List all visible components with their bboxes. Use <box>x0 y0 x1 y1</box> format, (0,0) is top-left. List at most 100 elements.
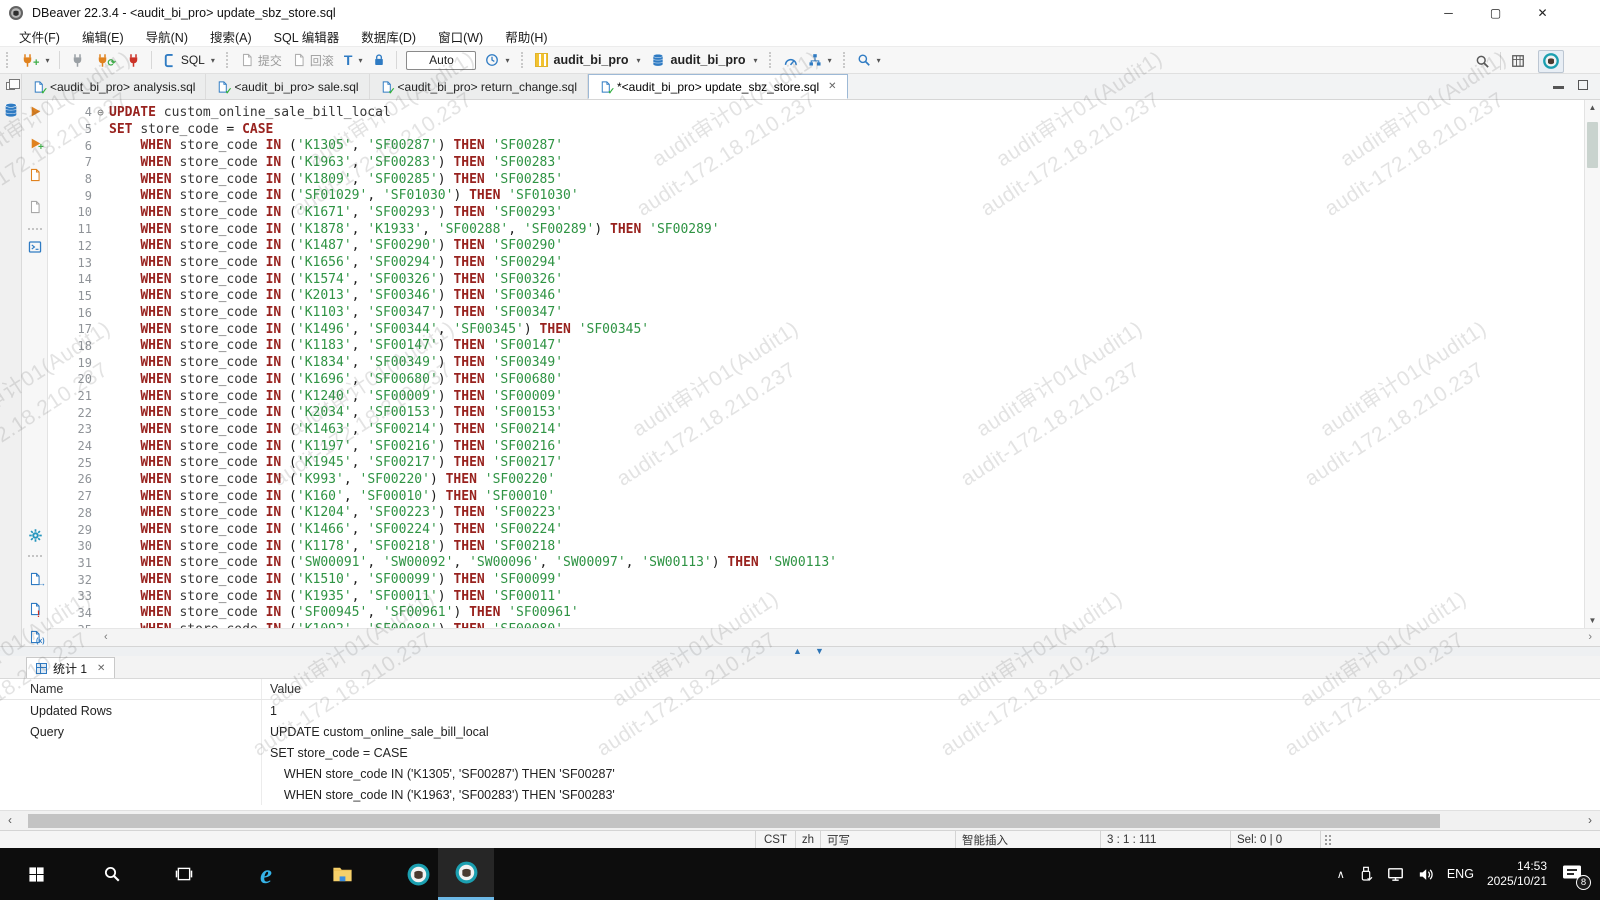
lock-button[interactable] <box>368 51 390 69</box>
line-number: 4 <box>48 105 92 119</box>
status-timezone[interactable]: CST <box>755 831 795 848</box>
status-write-mode[interactable]: 可写 <box>820 831 955 848</box>
menu-item-4[interactable]: SQL 编辑器 <box>263 26 351 47</box>
window-close-button[interactable]: ✕ <box>1519 0 1566 26</box>
minimize-editor-icon[interactable] <box>1553 80 1564 89</box>
window-maximize-button[interactable]: ▢ <box>1472 0 1519 26</box>
plug-icon <box>70 53 85 68</box>
commit-button[interactable]: 提交 <box>236 50 286 71</box>
dbeaver-taskbar-button-active[interactable] <box>438 848 494 900</box>
table-row[interactable]: SET store_code = CASE <box>0 742 1600 763</box>
network-icon[interactable] <box>1387 866 1404 883</box>
database-navigator-icon[interactable] <box>3 102 19 118</box>
menu-item-7[interactable]: 帮助(H) <box>494 26 558 47</box>
sql-editor-button[interactable]: SQL ▾ <box>158 51 219 70</box>
statistics-grid-icon <box>36 663 47 674</box>
table-row[interactable]: Updated Rows1 <box>0 700 1600 721</box>
editor-tab[interactable]: ✓*<audit_bi_pro> update_sbz_store.sql✕ <box>588 74 848 99</box>
execute-new-tab-button[interactable]: + <box>22 137 48 150</box>
dashboard-button[interactable] <box>779 51 802 70</box>
sash-collapse-down-icon[interactable]: ▼ <box>815 646 824 656</box>
restore-panels-icon[interactable] <box>6 82 15 90</box>
quick-access-search-button[interactable] <box>1471 52 1494 71</box>
execute-script-button[interactable] <box>22 168 48 182</box>
task-view-button[interactable] <box>160 848 208 900</box>
close-icon[interactable]: ✕ <box>97 663 105 674</box>
transaction-log-button[interactable]: T ▾ <box>340 50 367 70</box>
menu-item-1[interactable]: 编辑(E) <box>71 26 135 47</box>
usb-device-icon[interactable] <box>1358 866 1374 882</box>
active-database-select[interactable]: audit_bi_pro ▾ <box>647 51 762 69</box>
scroll-left-icon[interactable]: ‹ <box>8 813 12 827</box>
column-header-value[interactable]: Value <box>262 679 1600 699</box>
menu-item-6[interactable]: 窗口(W) <box>427 26 494 47</box>
statistics-tab[interactable]: 统计 1 ✕ <box>26 657 115 678</box>
line-number: 17 <box>48 322 92 336</box>
scroll-right-icon[interactable]: › <box>1588 813 1592 827</box>
maximize-editor-icon[interactable] <box>1578 80 1588 90</box>
sql-editor[interactable]: 4⊖UPDATE custom_online_sale_bill_local5S… <box>48 100 1584 628</box>
menu-item-0[interactable]: 文件(F) <box>8 26 71 47</box>
sash-collapse-up-icon[interactable]: ▲ <box>793 646 802 656</box>
open-terminal-button[interactable] <box>22 240 48 254</box>
scrollbar-thumb[interactable] <box>28 814 1440 828</box>
status-language[interactable]: zh <box>795 831 820 848</box>
table-row[interactable]: WHEN store_code IN ('K1963', 'SF00283') … <box>0 784 1600 805</box>
notification-center-button[interactable]: 8 <box>1560 861 1586 887</box>
table-row[interactable]: QueryUPDATE custom_online_sale_bill_loca… <box>0 721 1600 742</box>
menu-item-3[interactable]: 搜索(A) <box>199 26 263 47</box>
speaker-icon[interactable] <box>1417 866 1434 883</box>
scroll-right-icon[interactable]: › <box>1588 631 1592 643</box>
taskbar-clock[interactable]: 14:53 2025/10/21 <box>1487 859 1547 889</box>
scrollbar-thumb[interactable] <box>1587 122 1598 168</box>
window-minimize-button[interactable]: ─ <box>1425 0 1472 26</box>
file-explorer-button[interactable] <box>318 848 366 900</box>
status-caret-position[interactable]: 3 : 1 : 111 <box>1100 831 1230 848</box>
editor-vertical-scrollbar[interactable]: ▲ ▼ <box>1584 100 1600 628</box>
connect-button[interactable] <box>66 51 89 70</box>
editor-tab[interactable]: ✓<audit_bi_pro> analysis.sql <box>22 74 206 99</box>
menu-item-5[interactable]: 数据库(D) <box>350 26 427 47</box>
rollback-button[interactable]: 回滚 <box>288 50 338 71</box>
active-connection-select[interactable]: audit_bi_pro ▾ <box>531 51 645 69</box>
validate-script-button[interactable]: ! <box>22 602 48 616</box>
dbeaver-taskbar-button[interactable] <box>394 848 442 900</box>
tray-chevron-icon[interactable]: ∧ <box>1337 868 1345 881</box>
scroll-down-icon[interactable]: ▼ <box>1585 616 1600 625</box>
scroll-up-icon[interactable]: ▲ <box>1585 103 1600 112</box>
commit-mode-select[interactable]: Auto <box>406 51 476 70</box>
editor-tab[interactable]: ✓<audit_bi_pro> sale.sql <box>206 74 369 99</box>
column-header-name[interactable]: Name <box>0 679 262 699</box>
explain-plan-button[interactable] <box>22 200 48 214</box>
table-row[interactable]: WHEN store_code IN ('K1305', 'SF00287') … <box>0 763 1600 784</box>
internet-explorer-button[interactable]: e <box>242 848 290 900</box>
fold-collapse-icon[interactable]: ⊖ <box>92 106 109 119</box>
results-horizontal-scrollbar[interactable]: ‹ › <box>0 810 1600 830</box>
script-variables-button[interactable]: (x) <box>22 630 48 644</box>
language-indicator[interactable]: ENG <box>1447 867 1474 881</box>
editor-tab[interactable]: ✓<audit_bi_pro> return_change.sql <box>370 74 588 99</box>
taskbar-search-button[interactable] <box>88 848 136 900</box>
disconnect-button[interactable] <box>122 51 145 70</box>
editor-settings-button[interactable] <box>22 528 48 543</box>
new-connection-button[interactable]: + ▾ <box>16 49 53 71</box>
menu-item-2[interactable]: 导航(N) <box>135 26 199 47</box>
code-line: 8 WHEN store_code IN ('K1809', 'SF00285'… <box>48 171 1584 188</box>
tasks-button[interactable]: ▾ <box>804 51 836 69</box>
transaction-timeout-button[interactable]: ▾ <box>481 51 513 69</box>
status-selection[interactable]: Sel: 0 | 0 <box>1230 831 1320 848</box>
panel-sash[interactable]: ▲ ▼ <box>0 646 1600 656</box>
code-line: 5SET store_code = CASE <box>48 121 1584 138</box>
execute-statement-button[interactable] <box>22 105 48 118</box>
editor-horizontal-scrollbar[interactable]: ‹ › <box>48 628 1600 646</box>
open-perspective-button[interactable] <box>1507 52 1529 70</box>
export-result-button[interactable]: → <box>22 572 48 586</box>
start-button[interactable] <box>12 848 60 900</box>
reconnect-button[interactable]: ⟳ <box>91 49 119 71</box>
status-insert-mode[interactable]: 智能插入 <box>955 831 1100 848</box>
editor-tab-bar: ✓<audit_bi_pro> analysis.sql✓<audit_bi_p… <box>22 74 1600 100</box>
close-icon[interactable]: ✕ <box>828 81 836 92</box>
dbeaver-perspective-button[interactable] <box>1538 50 1564 73</box>
sql-search-button[interactable]: ▾ <box>853 51 885 69</box>
scroll-left-icon[interactable]: ‹ <box>104 631 108 643</box>
